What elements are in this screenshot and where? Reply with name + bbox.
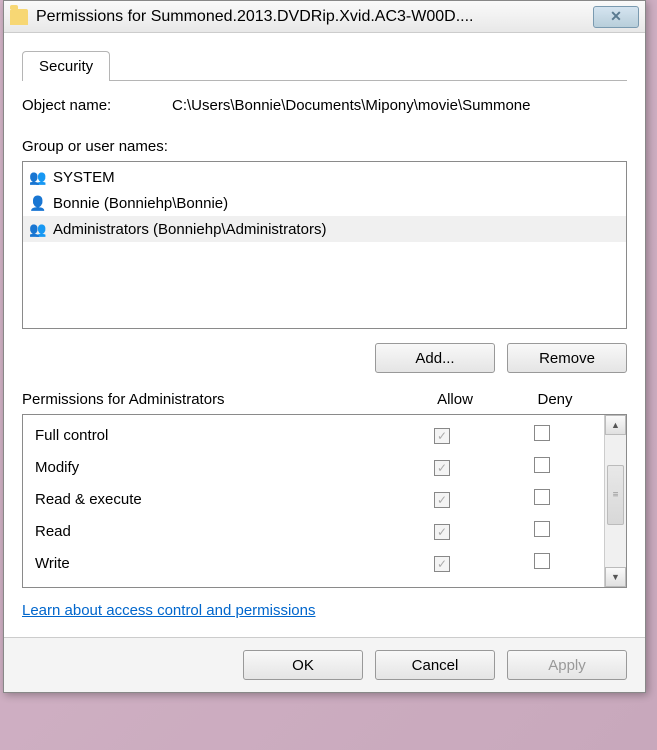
allow-checkbox[interactable] [434, 492, 450, 508]
dialog-footer: OK Cancel Apply [4, 637, 645, 692]
permission-name: Modify [35, 459, 392, 476]
list-item-label: Administrators (Bonniehp\Administrators) [53, 221, 326, 238]
help-link[interactable]: Learn about access control and permissio… [22, 602, 316, 619]
group-buttons: Add... Remove [22, 343, 627, 373]
window-title: Permissions for Summoned.2013.DVDRip.Xvi… [36, 8, 593, 26]
groups-listbox[interactable]: 👥 SYSTEM 👤 Bonnie (Bonniehp\Bonnie) 👥 Adminis… [22, 161, 627, 329]
tab-strip: Security [22, 51, 627, 81]
permissions-rows: Full control Modify Read & execute Read Writ… [23, 415, 604, 587]
permissions-for-label: Permissions for Administrators [22, 391, 405, 408]
permission-row: Write [23, 547, 604, 579]
scroll-down-button[interactable]: ▼ [605, 567, 626, 587]
permissions-scrollbar[interactable]: ▲ ▼ [604, 415, 626, 587]
tab-security-label: Security [39, 58, 93, 75]
folder-icon [10, 9, 28, 25]
deny-checkbox[interactable] [534, 489, 550, 505]
allow-checkbox[interactable] [434, 556, 450, 572]
deny-checkbox[interactable] [534, 457, 550, 473]
allow-checkbox[interactable] [434, 428, 450, 444]
object-name-value: C:\Users\Bonnie\Documents\Mipony\movie\S… [172, 97, 627, 114]
scroll-up-button[interactable]: ▲ [605, 415, 626, 435]
deny-checkbox[interactable] [534, 521, 550, 537]
close-icon: ✕ [610, 8, 622, 25]
list-item[interactable]: 👥 Administrators (Bonniehp\Administrators… [23, 216, 626, 242]
ok-button[interactable]: OK [243, 650, 363, 680]
allow-checkbox[interactable] [434, 524, 450, 540]
tab-security[interactable]: Security [22, 51, 110, 81]
add-button[interactable]: Add... [375, 343, 495, 373]
user-icon: 👤 [29, 194, 47, 212]
cancel-button[interactable]: Cancel [375, 650, 495, 680]
dialog-content: Security Object name: C:\Users\Bonnie\Do… [4, 33, 645, 637]
group-icon: 👥 [29, 220, 47, 238]
permission-row: Read [23, 515, 604, 547]
permission-name: Read [35, 523, 392, 540]
scroll-thumb[interactable] [607, 465, 624, 525]
deny-column-header: Deny [505, 391, 605, 408]
apply-button[interactable]: Apply [507, 650, 627, 680]
titlebar: Permissions for Summoned.2013.DVDRip.Xvi… [4, 1, 645, 33]
permissions-listbox: Full control Modify Read & execute Read Writ… [22, 414, 627, 588]
deny-checkbox[interactable] [534, 553, 550, 569]
list-item-label: SYSTEM [53, 169, 115, 186]
object-name-label: Object name: [22, 97, 172, 114]
permission-name: Read & execute [35, 491, 392, 508]
permission-name: Write [35, 555, 392, 572]
close-button[interactable]: ✕ [593, 6, 639, 28]
list-item[interactable]: 👥 SYSTEM [23, 164, 626, 190]
group-icon: 👥 [29, 168, 47, 186]
allow-column-header: Allow [405, 391, 505, 408]
remove-button[interactable]: Remove [507, 343, 627, 373]
permissions-header: Permissions for Administrators Allow Den… [22, 391, 627, 408]
permissions-dialog: Permissions for Summoned.2013.DVDRip.Xvi… [3, 0, 646, 693]
permission-row: Read & execute [23, 483, 604, 515]
list-item[interactable]: 👤 Bonnie (Bonniehp\Bonnie) [23, 190, 626, 216]
permission-row: Full control [23, 419, 604, 451]
deny-checkbox[interactable] [534, 425, 550, 441]
permission-name: Full control [35, 427, 392, 444]
permission-row: Modify [23, 451, 604, 483]
object-name-row: Object name: C:\Users\Bonnie\Documents\M… [22, 97, 627, 114]
list-item-label: Bonnie (Bonniehp\Bonnie) [53, 195, 228, 212]
allow-checkbox[interactable] [434, 460, 450, 476]
groups-label: Group or user names: [22, 138, 627, 155]
